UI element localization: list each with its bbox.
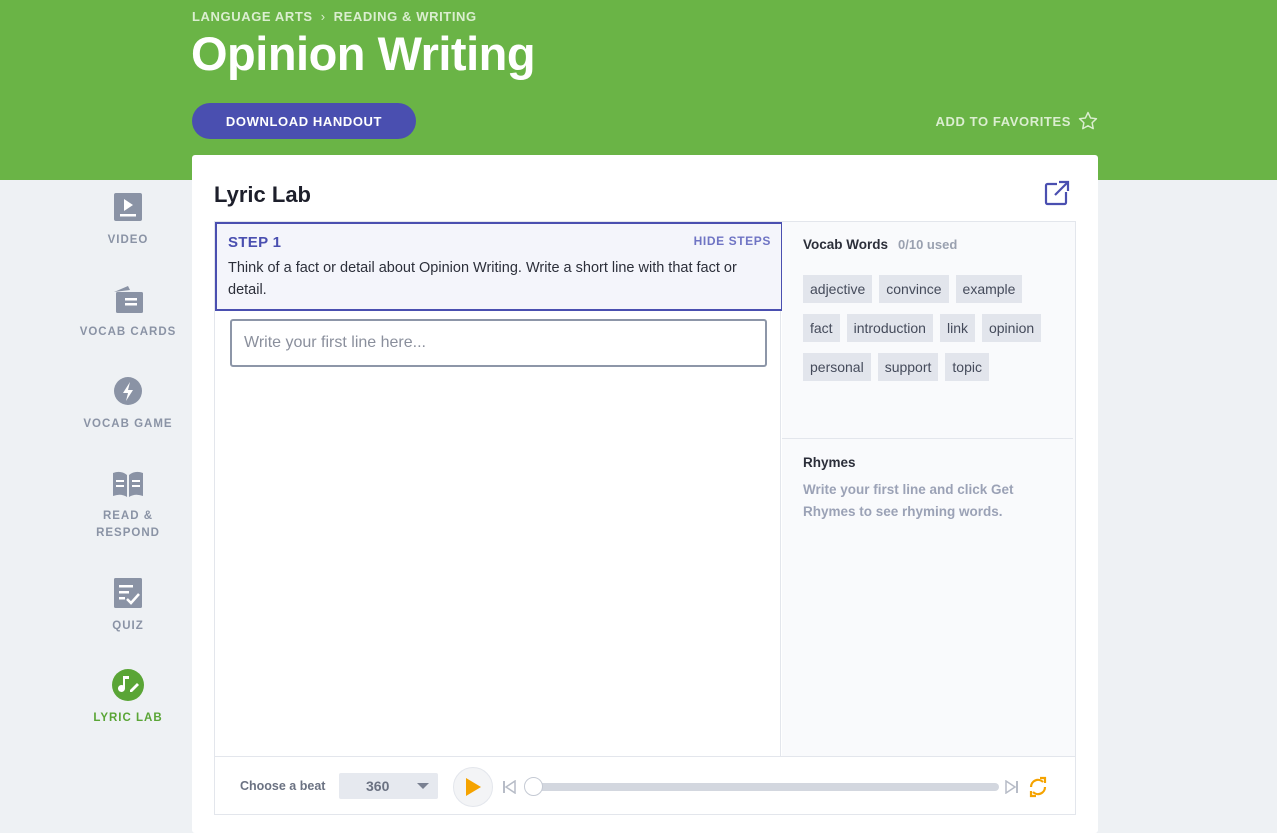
skip-back-icon[interactable]: [502, 780, 516, 794]
sidebar-item-vocab-game[interactable]: VOCAB GAME: [64, 374, 192, 433]
rhymes-hint: Write your first line and click Get Rhym…: [803, 482, 1014, 519]
vocab-chip[interactable]: support: [877, 353, 939, 381]
writing-pane: STEP 1 HIDE STEPS Think of a fact or det…: [215, 222, 783, 756]
video-icon: [111, 190, 145, 224]
step-label: STEP 1: [228, 234, 282, 251]
beat-progress-handle[interactable]: [524, 777, 543, 796]
chevron-down-icon: [417, 783, 429, 789]
add-to-favorites-label: ADD TO FAVORITES: [935, 113, 1071, 129]
sidebar-item-lyric-lab[interactable]: LYRIC LAB: [64, 668, 192, 727]
vocab-chip[interactable]: personal: [803, 353, 871, 381]
first-line-input[interactable]: [230, 319, 767, 367]
skip-forward-icon[interactable]: [1005, 780, 1019, 794]
sidebar-item-video[interactable]: VIDEO: [64, 190, 192, 249]
sidebar-label-read-respond: READ & RESPOND: [96, 510, 160, 539]
add-to-favorites-button[interactable]: ADD TO FAVORITES: [935, 110, 1099, 132]
vocab-words-heading: Vocab Words 0/10 used: [803, 237, 957, 252]
header-banner: LANGUAGE ARTS › READING & WRITING Opinio…: [0, 0, 1277, 180]
vocab-word-list: adjective convince example fact introduc…: [803, 275, 1065, 381]
quiz-icon: [111, 576, 145, 610]
helper-pane: Vocab Words 0/10 used adjective convince …: [782, 222, 1075, 756]
breadcrumb-parent[interactable]: LANGUAGE ARTS: [192, 9, 313, 24]
step-instruction-text: Think of a fact or detail about Opinion …: [228, 260, 737, 298]
lightning-icon: [111, 374, 145, 408]
lyric-lab-workspace: STEP 1 HIDE STEPS Think of a fact or det…: [214, 221, 1076, 815]
vocab-chip[interactable]: link: [939, 314, 975, 342]
vocab-chip[interactable]: example: [955, 275, 1023, 303]
vocab-chip[interactable]: convince: [879, 275, 949, 303]
beat-progress-track[interactable]: [533, 783, 999, 791]
sidebar-item-read-respond[interactable]: READ & RESPOND: [64, 466, 192, 542]
vocab-used-count: 0/10 used: [898, 237, 958, 252]
book-icon: [111, 466, 145, 500]
page-title: Opinion Writing: [191, 27, 536, 80]
choose-beat-label: Choose a beat: [240, 779, 326, 793]
vocab-chip[interactable]: adjective: [803, 275, 873, 303]
breadcrumb: LANGUAGE ARTS › READING & WRITING: [192, 9, 477, 24]
sidebar-item-quiz[interactable]: QUIZ: [64, 576, 192, 635]
sidebar-label-vocab-game: VOCAB GAME: [83, 418, 173, 430]
beat-select-value: 360: [366, 778, 390, 794]
play-icon: [466, 778, 481, 796]
hide-steps-button[interactable]: HIDE STEPS: [694, 234, 771, 248]
vocab-chip[interactable]: introduction: [846, 314, 933, 342]
open-external-icon[interactable]: [1044, 180, 1070, 206]
breadcrumb-current[interactable]: READING & WRITING: [334, 9, 477, 24]
sidebar-label-vocab-cards: VOCAB CARDS: [79, 326, 177, 338]
lyric-lab-card: Lyric Lab STEP 1 HIDE STEPS Think of a f…: [192, 155, 1098, 833]
download-handout-button[interactable]: DOWNLOAD HANDOUT: [192, 103, 416, 139]
divider: [782, 438, 1073, 439]
sidebar-item-vocab-cards[interactable]: VOCAB CARDS: [64, 282, 192, 341]
vocab-words-title: Vocab Words: [803, 237, 889, 252]
vocab-chip[interactable]: topic: [945, 353, 989, 381]
play-button[interactable]: [453, 767, 493, 807]
sidebar-label-quiz: QUIZ: [112, 620, 144, 632]
star-icon: [1078, 111, 1098, 130]
vocab-chip[interactable]: fact: [803, 314, 840, 342]
vocab-chip[interactable]: opinion: [981, 314, 1042, 342]
beat-player: Choose a beat 360: [215, 756, 1075, 814]
rhymes-heading: Rhymes: [803, 455, 856, 470]
loop-icon[interactable]: [1027, 776, 1049, 798]
sidebar-label-video: VIDEO: [107, 234, 149, 246]
step-instructions: STEP 1 HIDE STEPS Think of a fact or det…: [215, 222, 783, 311]
beat-select[interactable]: 360: [339, 773, 438, 799]
breadcrumb-separator: ›: [320, 9, 326, 24]
music-pen-icon: [111, 668, 145, 702]
vocab-cards-icon: [111, 282, 145, 316]
lyric-lab-title: Lyric Lab: [214, 182, 311, 207]
sidebar-label-lyric-lab: LYRIC LAB: [93, 712, 163, 724]
